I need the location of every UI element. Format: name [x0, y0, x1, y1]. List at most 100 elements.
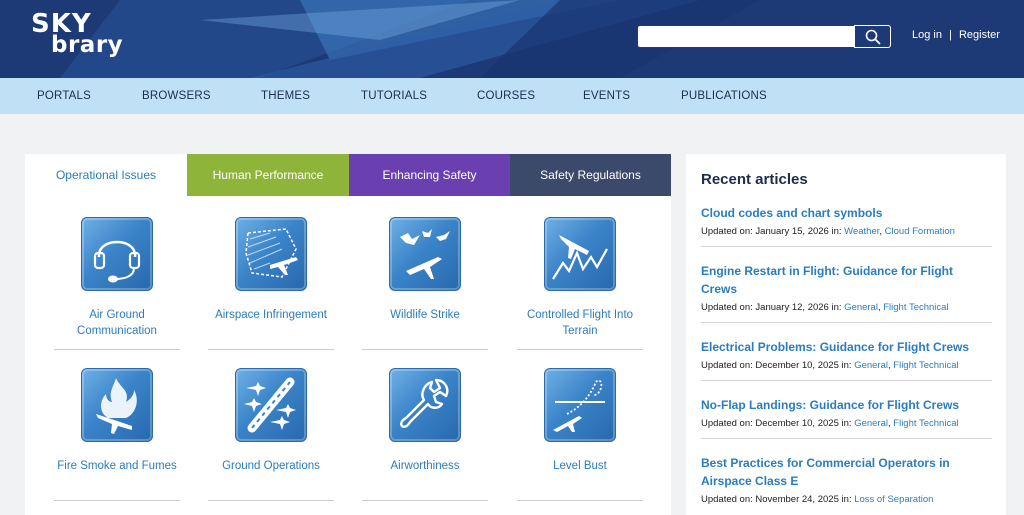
- topic-label: Airspace Infringement: [215, 309, 327, 321]
- category-link[interactable]: General: [854, 360, 888, 371]
- article-item: Best Practices for Commercial Operators …: [701, 454, 992, 505]
- search-icon: [865, 29, 880, 44]
- topic-air-ground-communication[interactable]: Air Ground Communication: [54, 217, 180, 350]
- topic-level-bust[interactable]: Level Bust: [517, 368, 643, 501]
- nav-item-events[interactable]: EVENTS: [583, 90, 630, 102]
- auth-separator: |: [949, 29, 952, 41]
- topic-label: Air Ground Communication: [77, 309, 157, 337]
- updated-label: Updated on:: [701, 302, 753, 313]
- updated-label: Updated on:: [701, 418, 753, 429]
- article-title-link[interactable]: Engine Restart in Flight: Guidance for F…: [701, 262, 992, 298]
- article-meta: Updated on: November 24, 2025 in: Loss o…: [701, 494, 992, 505]
- in-label: in:: [831, 226, 842, 237]
- article-item: Cloud codes and chart symbols Updated on…: [701, 204, 992, 247]
- tab-safety-regulations[interactable]: Safety Regulations: [510, 154, 671, 196]
- tab-human-performance[interactable]: Human Performance: [187, 154, 349, 196]
- topic-label: Ground Operations: [222, 460, 320, 472]
- airspace-infringement-icon: [235, 217, 307, 291]
- auth-links: Log in | Register: [912, 29, 1000, 41]
- article-date: December 10, 2025: [755, 418, 839, 429]
- category-link[interactable]: General: [854, 418, 888, 429]
- topic-airspace-infringement[interactable]: Airspace Infringement: [208, 217, 334, 350]
- topic-ground-operations[interactable]: Ground Operations: [208, 368, 334, 501]
- register-link[interactable]: Register: [959, 29, 1000, 41]
- site-logo[interactable]: SKY brary: [31, 11, 123, 57]
- topic-wildlife-strike[interactable]: Wildlife Strike: [362, 217, 488, 350]
- updated-label: Updated on:: [701, 494, 753, 505]
- category-link[interactable]: Flight Technical: [893, 360, 958, 371]
- article-title-link[interactable]: Cloud codes and chart symbols: [701, 204, 992, 222]
- article-meta: Updated on: December 10, 2025 in: Genera…: [701, 360, 959, 371]
- article-date: January 12, 2026: [755, 302, 829, 313]
- nav-item-publications[interactable]: PUBLICATIONS: [681, 90, 767, 102]
- topic-controlled-flight-into-terrain[interactable]: Controlled Flight Into Terrain: [517, 217, 643, 350]
- level-bust-icon: [544, 368, 616, 442]
- divider: [208, 349, 334, 350]
- in-label: in:: [841, 494, 852, 505]
- search-input[interactable]: [638, 26, 853, 47]
- fire-aircraft-icon: [81, 368, 153, 442]
- article-date: January 15, 2026: [755, 226, 829, 237]
- divider: [701, 246, 992, 247]
- category-link[interactable]: Cloud Formation: [885, 226, 955, 237]
- topic-label: Level Bust: [553, 460, 607, 472]
- recent-articles-panel: Recent articles Cloud codes and chart sy…: [686, 154, 1006, 515]
- topic-label: Wildlife Strike: [390, 309, 460, 321]
- cfit-icon: [544, 217, 616, 291]
- divider: [208, 500, 334, 501]
- in-label: in:: [841, 418, 852, 429]
- wrench-icon: [389, 368, 461, 442]
- category-link[interactable]: Flight Technical: [893, 418, 958, 429]
- topic-label: Fire Smoke and Fumes: [57, 460, 177, 472]
- headset-icon: [81, 217, 153, 291]
- nav-item-portals[interactable]: PORTALS: [37, 90, 91, 102]
- category-link[interactable]: General: [844, 302, 878, 313]
- category-link[interactable]: Flight Technical: [883, 302, 948, 313]
- article-date: December 10, 2025: [755, 360, 839, 371]
- topic-tabs: Operational Issues Human Performance Enh…: [25, 154, 671, 196]
- article-item: Engine Restart in Flight: Guidance for F…: [701, 262, 992, 323]
- category-link[interactable]: Weather: [844, 226, 879, 237]
- main-nav: PORTALS BROWSERS THEMES TUTORIALS COURSE…: [0, 78, 1024, 114]
- divider: [517, 500, 643, 501]
- search-button[interactable]: [854, 25, 891, 48]
- article-item: Electrical Problems: Guidance for Flight…: [701, 338, 992, 381]
- article-title-link[interactable]: Best Practices for Commercial Operators …: [701, 454, 992, 490]
- divider: [517, 349, 643, 350]
- site-header: SKY brary Log in | Register: [0, 0, 1024, 78]
- in-label: in:: [841, 360, 852, 371]
- login-link[interactable]: Log in: [912, 29, 942, 41]
- nav-item-courses[interactable]: COURSES: [477, 90, 535, 102]
- nav-item-browsers[interactable]: BROWSERS: [142, 90, 211, 102]
- divider: [54, 500, 180, 501]
- category-link[interactable]: Loss of Separation: [854, 494, 933, 505]
- recent-articles-heading: Recent articles: [701, 171, 808, 188]
- nav-item-themes[interactable]: THEMES: [261, 90, 310, 102]
- ground-operations-icon: [235, 368, 307, 442]
- article-meta: Updated on: December 10, 2025 in: Genera…: [701, 418, 959, 429]
- divider: [701, 380, 992, 381]
- article-date: November 24, 2025: [755, 494, 839, 505]
- tab-enhancing-safety[interactable]: Enhancing Safety: [349, 154, 510, 196]
- topic-airworthiness[interactable]: Airworthiness: [362, 368, 488, 501]
- topic-fire-smoke-and-fumes[interactable]: Fire Smoke and Fumes: [54, 368, 180, 501]
- divider: [701, 438, 992, 439]
- updated-label: Updated on:: [701, 360, 753, 371]
- in-label: in:: [831, 302, 842, 313]
- article-title-link[interactable]: Electrical Problems: Guidance for Flight…: [701, 338, 992, 356]
- wildlife-strike-icon: [389, 217, 461, 291]
- updated-label: Updated on:: [701, 226, 753, 237]
- logo-text-brary: brary: [51, 32, 124, 58]
- topics-panel: Operational Issues Human Performance Enh…: [25, 154, 671, 515]
- topic-label: Controlled Flight Into Terrain: [526, 309, 634, 337]
- search-box: [637, 25, 892, 48]
- article-title-link[interactable]: No-Flap Landings: Guidance for Flight Cr…: [701, 396, 992, 414]
- tab-operational-issues[interactable]: Operational Issues: [25, 154, 187, 196]
- divider: [362, 500, 488, 501]
- divider: [362, 349, 488, 350]
- article-item: No-Flap Landings: Guidance for Flight Cr…: [701, 396, 992, 439]
- divider: [54, 349, 180, 350]
- article-meta: Updated on: January 12, 2026 in: General…: [701, 302, 949, 313]
- nav-item-tutorials[interactable]: TUTORIALS: [361, 90, 427, 102]
- divider: [701, 322, 992, 323]
